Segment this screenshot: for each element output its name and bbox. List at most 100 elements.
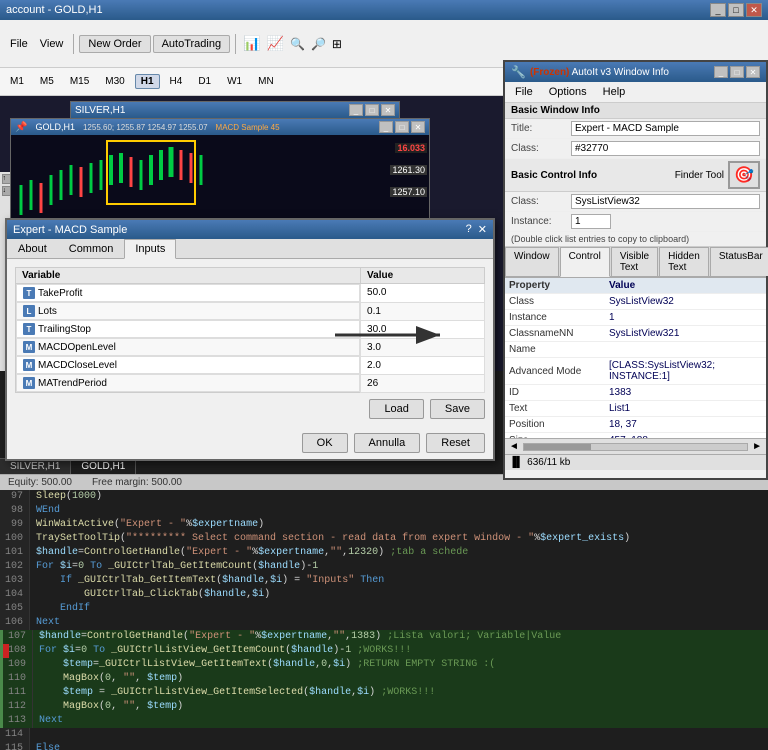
menu-file[interactable]: File <box>507 84 541 100</box>
val-matrend[interactable]: 26 <box>361 374 485 393</box>
tab-about[interactable]: About <box>7 239 58 258</box>
line-content-114 <box>30 728 768 742</box>
tab-silver[interactable]: SILVER,H1 <box>0 459 71 474</box>
arrow-container <box>330 310 460 363</box>
silver-controls[interactable]: _ □ ✕ <box>349 104 395 116</box>
class-input[interactable] <box>571 141 760 156</box>
val-col-header: Value <box>605 278 766 294</box>
autoit-controls[interactable]: _ □ ✕ <box>714 66 760 78</box>
silver-min[interactable]: _ <box>349 104 363 116</box>
code-line-98: 98 WEnd <box>0 504 768 518</box>
code-line-113: 113 Next <box>0 714 768 728</box>
prop-class-row[interactable]: Class SysListView32 <box>505 294 766 310</box>
expert-dialog-title: Expert - MACD Sample <box>13 224 127 236</box>
tf-mn[interactable]: MN <box>252 74 280 89</box>
autoit-tab-window[interactable]: Window <box>505 247 559 276</box>
autoit-tab-visible[interactable]: Visible Text <box>611 247 658 276</box>
code-line-112: 112 MagBox(0, "", $temp) <box>0 700 768 714</box>
prop-header-row: Property Value <box>505 278 766 294</box>
autoit-statusbar: ▐▌ 636/11 kb <box>505 454 766 470</box>
window-controls[interactable]: _ □ ✕ <box>710 3 762 17</box>
code-line-104: 104 GUICtrlTab_ClickTab($handle,$i) <box>0 588 768 602</box>
new-order-btn[interactable]: New Order <box>79 35 150 53</box>
autoit-scrollbar[interactable]: ◄ ► <box>505 438 766 454</box>
control-finder-row: Basic Control Info Finder Tool 🎯 <box>505 159 766 192</box>
prop-position-row[interactable]: Position 18, 37 <box>505 417 766 433</box>
tf-m1[interactable]: M1 <box>4 74 30 89</box>
reset-btn[interactable]: Reset <box>426 433 485 453</box>
prop-text-row[interactable]: Text List1 <box>505 401 766 417</box>
tf-m5[interactable]: M5 <box>34 74 60 89</box>
tf-w1[interactable]: W1 <box>221 74 248 89</box>
close-btn[interactable]: ✕ <box>746 3 762 17</box>
silver-close[interactable]: ✕ <box>381 104 395 116</box>
code-line-99: 99 WinWaitActive("Expert - "%$expertname… <box>0 518 768 532</box>
tab-gold[interactable]: GOLD,H1 <box>71 459 136 474</box>
tf-h1[interactable]: H1 <box>135 74 160 89</box>
val-takeprofit[interactable]: 50.0 <box>361 284 485 303</box>
frozen-badge: (Frozen) <box>530 67 569 78</box>
autoit-tab-hidden[interactable]: Hidden Text <box>659 247 709 276</box>
autotrading-btn[interactable]: AutoTrading <box>153 35 231 53</box>
zoom-out-icon[interactable]: 🔎 <box>308 37 329 51</box>
autoit-max[interactable]: □ <box>730 66 744 78</box>
prop-instance-row[interactable]: Instance 1 <box>505 310 766 326</box>
ok-btn[interactable]: OK <box>302 433 348 453</box>
chart-icon[interactable]: 📊 <box>240 35 263 52</box>
title-input[interactable] <box>571 121 760 136</box>
tf-h4[interactable]: H4 <box>164 74 189 89</box>
scroll-right-btn[interactable]: ► <box>752 441 762 452</box>
col-value: Value <box>361 268 485 284</box>
prop-classnamenn-row[interactable]: ClassnameNN SysListView321 <box>505 326 766 342</box>
save-btn[interactable]: Save <box>430 399 485 419</box>
prop-advanced-row[interactable]: Advanced Mode [CLASS:SysListView32; INST… <box>505 358 766 385</box>
menu-help[interactable]: Help <box>595 84 634 100</box>
gold-max[interactable]: □ <box>395 121 409 133</box>
prop-name-row[interactable]: Name <box>505 342 766 358</box>
gold-close[interactable]: ✕ <box>411 121 425 133</box>
tf-d1[interactable]: D1 <box>192 74 217 89</box>
grid-icon[interactable]: ⊞ <box>329 37 345 51</box>
line-icon[interactable]: 📈 <box>264 35 287 52</box>
prop-class-value: SysListView32 <box>605 294 766 310</box>
minimize-btn[interactable]: _ <box>710 3 726 17</box>
expert-dialog-help[interactable]: ? <box>466 223 472 236</box>
line-content-105: EndIf <box>30 602 768 616</box>
tf-m15[interactable]: M15 <box>64 74 95 89</box>
autoit-close-btn[interactable]: ✕ <box>746 66 760 78</box>
code-editor: 97 Sleep(1000) 98 WEnd 99 WinWaitActive(… <box>0 490 768 750</box>
code-line-102: 102 For $i=0 To _GUICtrlTab_GetItemCount… <box>0 560 768 574</box>
col-variable: Variable <box>16 268 361 284</box>
cancel-btn[interactable]: Annulla <box>354 433 421 453</box>
autoit-min[interactable]: _ <box>714 66 728 78</box>
autoit-tab-control[interactable]: Control <box>560 247 610 277</box>
instance-input[interactable] <box>571 214 611 229</box>
expert-dialog-close-icon[interactable]: ✕ <box>478 223 487 236</box>
scroll-left-btn[interactable]: ◄ <box>509 441 519 452</box>
autoit-tab-statusbar[interactable]: StatusBar <box>710 247 768 276</box>
file-menu[interactable]: File <box>4 36 34 52</box>
line-num-110: 110 <box>3 672 33 686</box>
gold-controls[interactable]: _ □ ✕ <box>379 121 425 133</box>
prop-position-value: 18, 37 <box>605 417 766 433</box>
prop-advanced-value: [CLASS:SysListView32; INSTANCE:1] <box>605 358 766 385</box>
maximize-btn[interactable]: □ <box>728 3 744 17</box>
tab-common[interactable]: Common <box>58 239 125 258</box>
prop-id-value: 1383 <box>605 385 766 401</box>
gold-min[interactable]: _ <box>379 121 393 133</box>
finder-tool-btn[interactable]: 🎯 <box>728 161 760 189</box>
tab-inputs[interactable]: Inputs <box>124 239 176 259</box>
view-menu[interactable]: View <box>34 36 70 52</box>
autoit-icon: 🔧 <box>511 65 526 79</box>
menu-options[interactable]: Options <box>541 84 595 100</box>
expert-dialog-footer: OK Annulla Reset <box>7 427 493 459</box>
load-btn[interactable]: Load <box>369 399 423 419</box>
line-content-100: TraySetToolTip("********* Select command… <box>30 532 768 546</box>
tf-m30[interactable]: M30 <box>99 74 130 89</box>
silver-max[interactable]: □ <box>365 104 379 116</box>
var-lots: LLots <box>16 302 360 320</box>
prop-id-row[interactable]: ID 1383 <box>505 385 766 401</box>
class2-input[interactable] <box>571 194 760 209</box>
zoom-in-icon[interactable]: 🔍 <box>287 37 308 51</box>
var-icon-4: M <box>23 341 35 353</box>
